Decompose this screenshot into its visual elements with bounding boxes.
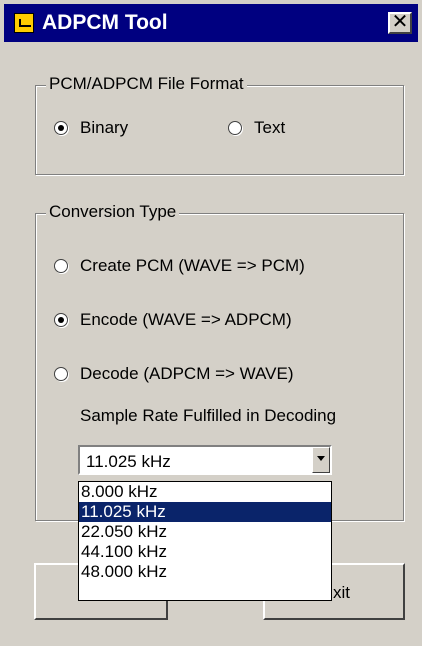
radio-encode-indicator[interactable] (54, 313, 68, 327)
title-bar[interactable]: ADPCM Tool ✕ (4, 4, 418, 42)
conversion-type-label: Conversion Type (46, 202, 180, 222)
file-format-label: PCM/ADPCM File Format (46, 74, 247, 94)
close-button[interactable]: ✕ (388, 12, 412, 34)
sample-rate-label: Sample Rate Fulfilled in Decoding (80, 406, 337, 425)
radio-decode-indicator[interactable] (54, 367, 68, 381)
radio-create-pcm-indicator[interactable] (54, 259, 68, 273)
radio-encode-label: Encode (WAVE => ADPCM) (80, 310, 292, 329)
radio-create-pcm[interactable]: Create PCM (WAVE => PCM) (54, 256, 305, 276)
radio-binary-indicator[interactable] (54, 121, 68, 135)
sample-rate-value: 11.025 kHz (86, 452, 171, 471)
adpcm-tool-window: ADPCM Tool ✕ PCM/ADPCM File Format Binar… (0, 0, 422, 646)
dropdown-option-selected[interactable]: 11.025 kHz (79, 502, 331, 522)
chevron-down-icon[interactable] (312, 447, 330, 473)
radio-encode[interactable]: Encode (WAVE => ADPCM) (54, 310, 292, 330)
radio-text[interactable]: Text (228, 118, 285, 138)
app-icon (14, 13, 34, 33)
dropdown-option[interactable]: 48.000 kHz (79, 562, 331, 582)
sample-rate-dropdown[interactable]: 8.000 kHz 11.025 kHz 22.050 kHz 44.100 k… (78, 481, 332, 601)
close-icon: ✕ (391, 11, 409, 33)
radio-create-pcm-label: Create PCM (WAVE => PCM) (80, 256, 305, 275)
dropdown-option[interactable]: 44.100 kHz (79, 542, 331, 562)
dropdown-option[interactable]: 8.000 kHz (79, 482, 331, 502)
radio-text-indicator[interactable] (228, 121, 242, 135)
radio-decode[interactable]: Decode (ADPCM => WAVE) (54, 364, 294, 384)
exit-button-label: xit (333, 583, 350, 602)
radio-binary-label: Binary (80, 118, 129, 137)
radio-decode-label: Decode (ADPCM => WAVE) (80, 364, 294, 383)
radio-binary[interactable]: Binary (54, 118, 128, 138)
dropdown-option[interactable]: 22.050 kHz (79, 522, 331, 542)
window-title: ADPCM Tool (42, 11, 168, 34)
sample-rate-combo[interactable]: 11.025 kHz (78, 445, 332, 475)
radio-text-label: Text (254, 118, 286, 137)
